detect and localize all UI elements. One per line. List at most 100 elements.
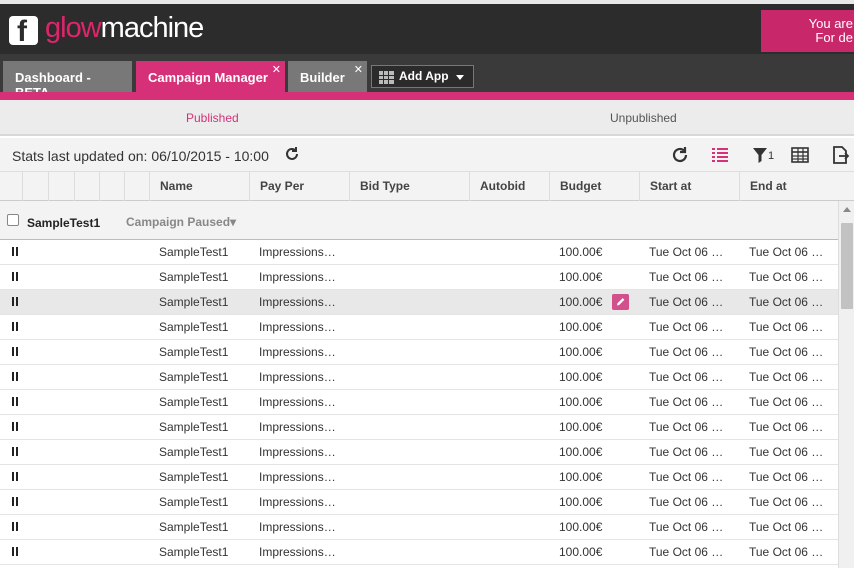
list-view-icon[interactable] xyxy=(710,145,730,165)
row-budget: 100.00€ xyxy=(559,545,603,559)
row-budget: 100.00€ xyxy=(559,345,603,359)
pause-icon[interactable] xyxy=(12,497,18,506)
group-name: SampleTest1 xyxy=(27,216,101,230)
table-row[interactable]: SampleTest1 Impressions… 100.00€ Tue Oct… xyxy=(0,465,838,490)
toolbar: Stats last updated on: 06/10/2015 - 10:0… xyxy=(0,138,854,172)
table-view-icon[interactable] xyxy=(790,145,810,165)
scrollbar-thumb[interactable] xyxy=(841,223,853,309)
column-header-row: Name Pay Per Bid Type Autobid Budget Sta… xyxy=(0,172,854,201)
pause-icon[interactable] xyxy=(12,272,18,281)
column-header-budget[interactable]: Budget xyxy=(549,172,639,201)
column-header-bid-type[interactable]: Bid Type xyxy=(349,172,469,201)
table-row[interactable]: SampleTest1 Impressions… 100.00€ Tue Oct… xyxy=(0,240,838,265)
table-row[interactable]: SampleTest1 Impressions… 100.00€ Tue Oct… xyxy=(0,390,838,415)
publish-tabs: Published Unpublished xyxy=(0,100,854,136)
table-row[interactable]: SampleTest1 Impressions… 100.00€ Tue Oct… xyxy=(0,415,838,440)
row-name: SampleTest1 xyxy=(159,320,229,334)
tab-builder[interactable]: Builder ✕ xyxy=(288,61,367,92)
pause-icon[interactable] xyxy=(12,522,18,531)
column-header-autobid[interactable]: Autobid xyxy=(469,172,549,201)
row-pay-per: Impressions… xyxy=(259,470,336,484)
table-row[interactable]: SampleTest1 Impressions… 100.00€ Tue Oct… xyxy=(0,540,838,565)
pause-icon[interactable] xyxy=(12,297,18,306)
tab-unpublished[interactable]: Unpublished xyxy=(610,111,677,125)
stats-updated-text: Stats last updated on: 06/10/2015 - 10:0… xyxy=(12,148,269,164)
table-row[interactable]: SampleTest1 Impressions… 100.00€ Tue Oct… xyxy=(0,365,838,390)
row-budget: 100.00€ xyxy=(559,495,603,509)
table-row[interactable]: SampleTest1 Impressions… 100.00€ Tue Oct… xyxy=(0,340,838,365)
pause-icon[interactable] xyxy=(12,347,18,356)
table-row[interactable]: SampleTest1 Impressions… 100.00€ Tue Oct… xyxy=(0,515,838,540)
row-budget: 100.00€ xyxy=(559,245,603,259)
refresh-stats-icon[interactable] xyxy=(284,146,300,162)
table-row[interactable]: SampleTest1 Impressions… 100.00€ Tue Oct… xyxy=(0,315,838,340)
notice-banner[interactable]: You are For de xyxy=(761,10,854,52)
add-app-button[interactable]: Add App xyxy=(371,65,474,88)
row-pay-per: Impressions… xyxy=(259,245,336,259)
row-pay-per: Impressions… xyxy=(259,345,336,359)
table-row[interactable]: SampleTest1 Impressions… 100.00€ Tue Oct… xyxy=(0,440,838,465)
pause-icon[interactable] xyxy=(12,447,18,456)
pause-icon[interactable] xyxy=(12,372,18,381)
column-header-blank xyxy=(99,172,124,201)
row-name: SampleTest1 xyxy=(159,295,229,309)
row-name: SampleTest1 xyxy=(159,245,229,259)
row-start-at: Tue Oct 06 … xyxy=(649,245,724,259)
row-start-at: Tue Oct 06 … xyxy=(649,445,724,459)
table-row[interactable]: SampleTest1 Impressions… 100.00€ Tue Oct… xyxy=(0,490,838,515)
scroll-up-arrow-icon[interactable] xyxy=(843,207,851,212)
tab-bar: Dashboard - BETA Campaign Manager✕ Build… xyxy=(0,54,854,100)
row-pay-per: Impressions… xyxy=(259,545,336,559)
reload-icon[interactable] xyxy=(670,145,690,165)
row-budget: 100.00€ xyxy=(559,470,603,484)
pause-icon[interactable] xyxy=(12,472,18,481)
close-icon[interactable]: ✕ xyxy=(272,63,281,76)
row-end-at: Tue Oct 06 … xyxy=(749,270,824,284)
table-row[interactable]: SampleTest1 Impressions… 100.00€ Tue Oct… xyxy=(0,265,838,290)
vertical-scrollbar[interactable] xyxy=(838,201,854,568)
column-header-blank xyxy=(48,172,74,201)
row-start-at: Tue Oct 06 … xyxy=(649,295,724,309)
row-pay-per: Impressions… xyxy=(259,520,336,534)
row-name: SampleTest1 xyxy=(159,495,229,509)
notice-line-1: You are xyxy=(808,16,853,31)
row-end-at: Tue Oct 06 … xyxy=(749,420,824,434)
app-header: f glowmachine You are For de xyxy=(0,0,854,54)
tab-dashboard[interactable]: Dashboard - BETA xyxy=(3,61,132,100)
pause-icon[interactable] xyxy=(12,247,18,256)
column-header-name[interactable]: Name xyxy=(149,172,249,201)
campaign-status-dropdown[interactable]: Campaign Paused▾ xyxy=(126,215,236,229)
edit-pencil-icon[interactable] xyxy=(612,294,629,310)
row-pay-per: Impressions… xyxy=(259,320,336,334)
close-icon[interactable]: ✕ xyxy=(354,63,363,76)
row-name: SampleTest1 xyxy=(159,445,229,459)
row-budget: 100.00€ xyxy=(559,445,603,459)
column-header-pay-per[interactable]: Pay Per xyxy=(249,172,349,201)
row-budget: 100.00€ xyxy=(559,520,603,534)
row-budget: 100.00€ xyxy=(559,270,603,284)
brand-logo[interactable]: glowmachine xyxy=(45,12,204,45)
pause-icon[interactable] xyxy=(12,397,18,406)
grid-icon xyxy=(379,71,394,84)
row-end-at: Tue Oct 06 … xyxy=(749,345,824,359)
row-name: SampleTest1 xyxy=(159,545,229,559)
row-end-at: Tue Oct 06 … xyxy=(749,370,824,384)
group-checkbox[interactable] xyxy=(7,214,19,226)
row-name: SampleTest1 xyxy=(159,395,229,409)
tab-campaign-manager[interactable]: Campaign Manager ✕ xyxy=(136,61,285,92)
column-header-start-at[interactable]: Start at xyxy=(639,172,739,201)
table-row[interactable]: SampleTest1 Impressions… 100.00€ Tue Oct… xyxy=(0,290,838,315)
pause-icon[interactable] xyxy=(12,422,18,431)
row-end-at: Tue Oct 06 … xyxy=(749,320,824,334)
pause-icon[interactable] xyxy=(12,547,18,556)
row-start-at: Tue Oct 06 … xyxy=(649,395,724,409)
pause-icon[interactable] xyxy=(12,322,18,331)
column-header-blank xyxy=(74,172,99,201)
column-header-end-at[interactable]: End at xyxy=(739,172,854,201)
tab-published[interactable]: Published xyxy=(186,111,239,125)
row-start-at: Tue Oct 06 … xyxy=(649,420,724,434)
row-start-at: Tue Oct 06 … xyxy=(649,320,724,334)
export-icon[interactable] xyxy=(830,145,850,165)
row-budget: 100.00€ xyxy=(559,295,603,309)
row-start-at: Tue Oct 06 … xyxy=(649,520,724,534)
